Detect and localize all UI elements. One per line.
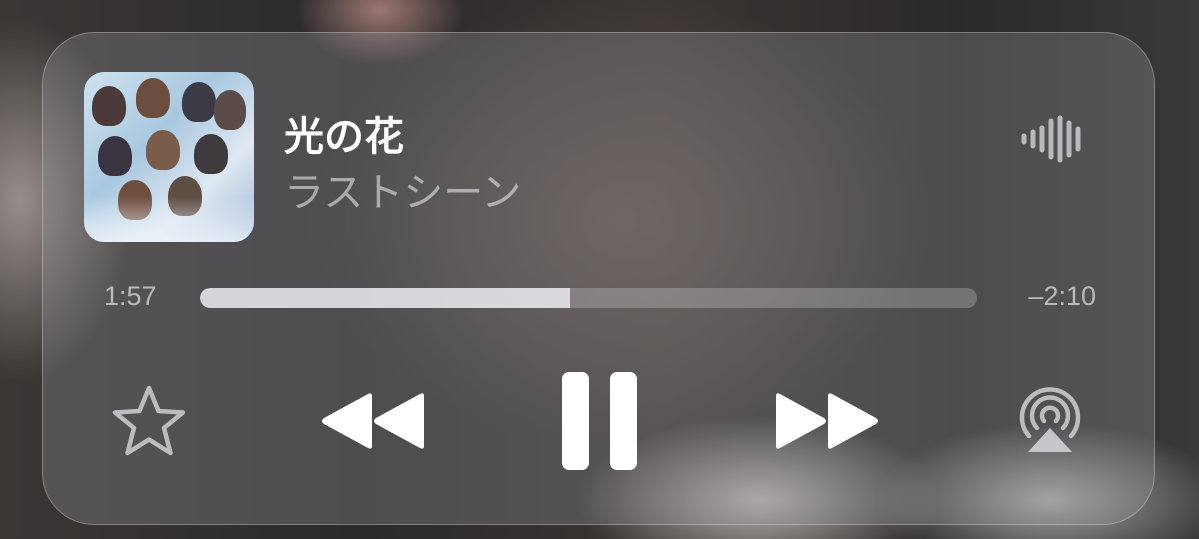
- pause-icon[interactable]: [561, 371, 639, 471]
- artwork-figure: [136, 78, 170, 118]
- remaining-time: –2:10: [1028, 281, 1096, 311]
- artwork-overlay: [84, 196, 254, 242]
- audio-waveform-icon: [1020, 115, 1084, 163]
- artwork-figure: [194, 134, 228, 174]
- artwork-figure: [214, 90, 246, 130]
- artwork-figure: [92, 86, 126, 126]
- album-artwork[interactable]: [84, 72, 254, 242]
- elapsed-time: 1:57: [104, 281, 157, 311]
- progress-scrubber[interactable]: [200, 288, 977, 308]
- airplay-icon[interactable]: [1015, 384, 1085, 456]
- fast-forward-icon[interactable]: [772, 390, 882, 452]
- artwork-figure: [182, 82, 216, 122]
- artist-name[interactable]: ラストシーン: [284, 160, 521, 218]
- song-title: 光の花: [284, 114, 404, 160]
- rewind-icon[interactable]: [318, 390, 428, 452]
- artwork-figure: [146, 130, 180, 170]
- progress-fill: [200, 288, 570, 308]
- artwork-figure: [98, 136, 132, 176]
- star-outline-icon[interactable]: [110, 384, 188, 458]
